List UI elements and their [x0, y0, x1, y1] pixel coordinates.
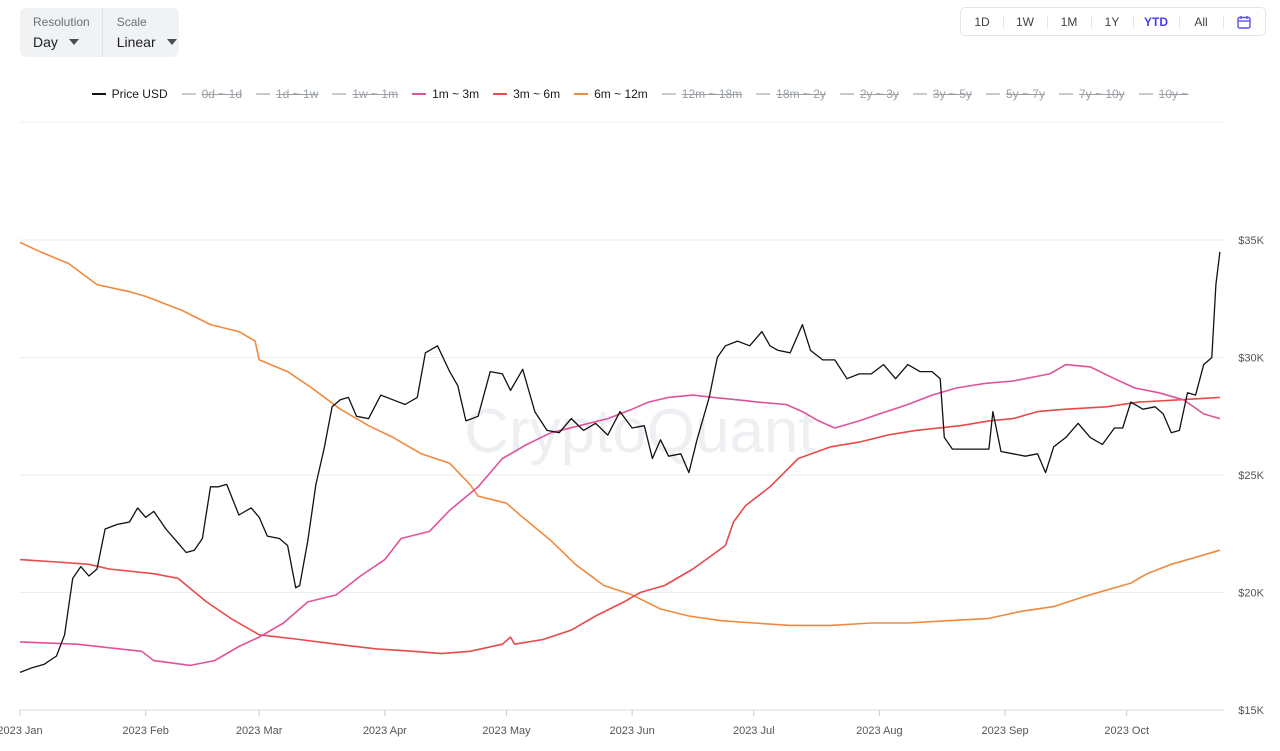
- x-tick-label: 2023 Feb: [122, 725, 168, 737]
- x-tick-label: 2023 May: [482, 725, 531, 737]
- y-tick-label: $25K: [1238, 470, 1264, 482]
- watermark: CryptoQuant: [464, 397, 816, 466]
- x-tick-label: 2023 Mar: [236, 725, 283, 737]
- y-tick-label: $20K: [1238, 588, 1264, 600]
- x-tick-label: 2023 Sep: [982, 725, 1029, 737]
- y-tick-label: $15K: [1238, 705, 1264, 717]
- x-tick-label: 2023 Oct: [1104, 725, 1149, 737]
- x-tick-label: 2023 Jan: [0, 725, 43, 737]
- chart-plot: $15K $20K $25K $30K $35K 2023 Jan 2023 Feb 2023…: [0, 121, 1265, 737]
- y-tick-label: $35K: [1238, 235, 1264, 247]
- x-tick-label: 2023 Aug: [856, 725, 903, 737]
- y-tick-label: $30K: [1238, 353, 1264, 365]
- x-tick-label: 2023 Jul: [733, 725, 775, 737]
- x-tick-label: 2023 Apr: [363, 725, 407, 737]
- x-tick-label: 2023 Jun: [610, 725, 655, 737]
